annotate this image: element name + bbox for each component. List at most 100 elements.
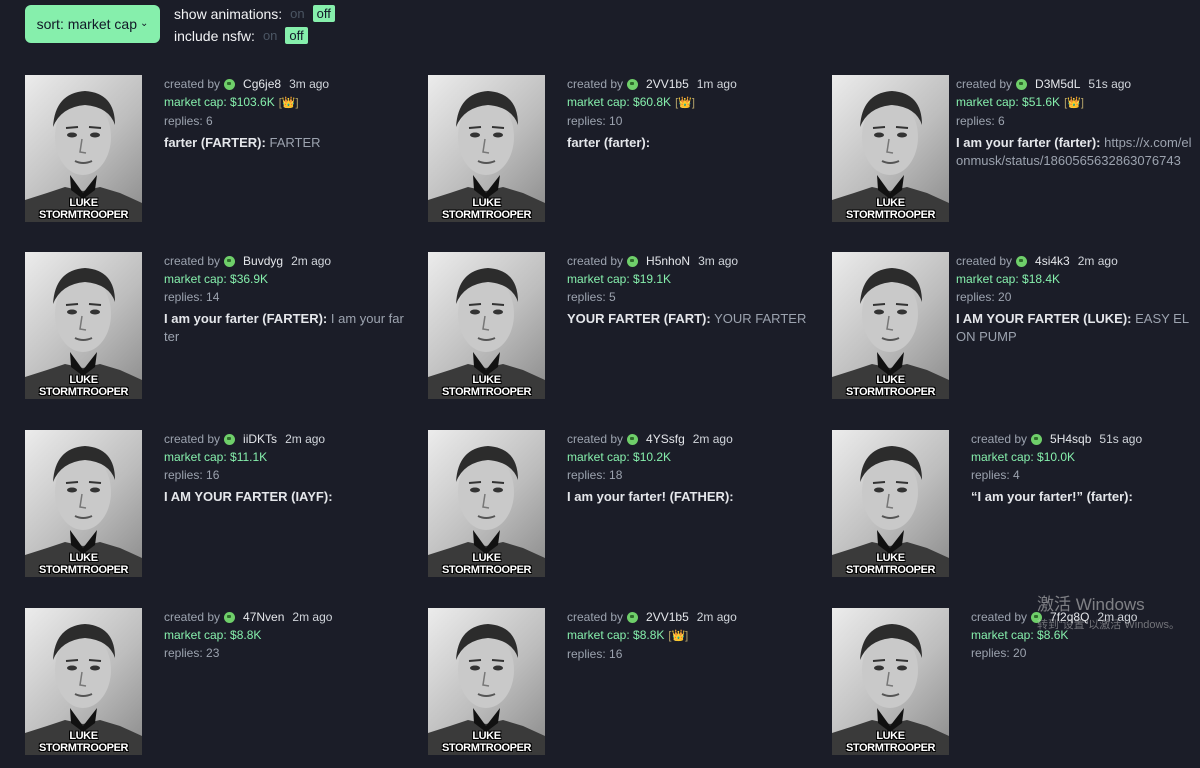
show-animations-toggle: show animations: on off <box>174 5 335 22</box>
token-image[interactable]: LUKE STORMTROOPER <box>832 75 949 222</box>
token-title: YOUR FARTER (FART): YOUR FARTER <box>567 310 807 328</box>
creator-username[interactable]: 47Nven <box>243 608 284 626</box>
creator-username[interactable]: iiDKTs <box>243 430 277 448</box>
token-title: farter (farter): <box>567 134 807 152</box>
token-card[interactable]: LUKE STORMTROOPER created by 47Nven 2m ago m… <box>25 608 405 768</box>
token-info: created by 2VV1b5 1m ago market cap: $60.8K… <box>567 75 807 152</box>
avatar[interactable] <box>1031 433 1043 445</box>
token-card[interactable]: LUKE STORMTROOPER created by 4si4k3 2m ago m… <box>832 252 1200 412</box>
market-cap: market cap: $18.4K <box>956 272 1061 286</box>
token-card[interactable]: LUKE STORMTROOPER created by D3M5dL 51s ago… <box>832 75 1200 235</box>
replies-count: replies: 6 <box>164 114 213 128</box>
created-by-label: created by <box>164 610 221 624</box>
token-card[interactable]: LUKE STORMTROOPER created by 2VV1b5 2m ago m… <box>428 608 808 768</box>
avatar[interactable] <box>1016 78 1028 90</box>
token-title: I am your farter (farter): https://x.com… <box>956 134 1196 170</box>
avatar[interactable] <box>627 433 639 445</box>
market-cap-line: market cap: $103.6K [👑] <box>164 93 404 112</box>
creator-username[interactable]: 2VV1b5 <box>646 608 689 626</box>
market-cap-line: market cap: $19.1K <box>567 270 807 288</box>
token-image[interactable]: LUKE STORMTROOPER <box>428 608 545 755</box>
created-time: 2m ago <box>291 254 332 268</box>
created-by-label: created by <box>567 77 624 91</box>
include-nsfw-off[interactable]: off <box>285 27 308 44</box>
created-by-label: created by <box>164 77 221 91</box>
creator-username[interactable]: Cg6je8 <box>243 75 281 93</box>
token-card[interactable]: LUKE STORMTROOPER created by 2VV1b5 1m ago m… <box>428 75 808 235</box>
creator-line: created by 5H4sqb 51s ago <box>971 430 1200 448</box>
token-name: I AM YOUR FARTER (IAYF): <box>164 489 333 504</box>
avatar[interactable] <box>224 611 236 623</box>
avatar[interactable] <box>627 78 639 90</box>
token-card[interactable]: LUKE STORMTROOPER created by H5nhoN 3m ago m… <box>428 252 808 412</box>
creator-line: created by Buvdyg 2m ago <box>164 252 404 270</box>
token-image[interactable]: LUKE STORMTROOPER <box>25 75 142 222</box>
image-caption: LUKE STORMTROOPER <box>38 197 129 221</box>
creator-username[interactable]: Buvdyg <box>243 252 283 270</box>
avatar[interactable] <box>1016 255 1028 267</box>
token-card[interactable]: LUKE STORMTROOPER created by Buvdyg 2m ago m… <box>25 252 405 412</box>
image-caption: LUKE STORMTROOPER <box>38 730 129 754</box>
token-image[interactable]: LUKE STORMTROOPER <box>428 252 545 399</box>
token-image[interactable]: LUKE STORMTROOPER <box>428 75 545 222</box>
market-cap-line: market cap: $18.4K <box>956 270 1196 288</box>
created-by-label: created by <box>567 610 624 624</box>
token-image[interactable]: LUKE STORMTROOPER <box>25 252 142 399</box>
created-by-label: created by <box>164 254 221 268</box>
windows-activation-watermark: 激活 Windows 转到“设置”以激活 Windows。 <box>1037 595 1180 635</box>
created-time: 2m ago <box>292 610 333 624</box>
image-caption: LUKE STORMTROOPER <box>441 197 532 221</box>
token-card[interactable]: LUKE STORMTROOPER created by 4YSsfg 2m ago m… <box>428 430 808 590</box>
crown-icon: [👑] <box>675 97 695 109</box>
show-animations-on[interactable]: on <box>290 6 304 21</box>
creator-username[interactable]: 5H4sqb <box>1050 430 1091 448</box>
token-image[interactable]: LUKE STORMTROOPER <box>25 430 142 577</box>
market-cap-line: market cap: $10.2K <box>567 448 807 466</box>
avatar[interactable] <box>224 78 236 90</box>
token-image[interactable]: LUKE STORMTROOPER <box>832 430 949 577</box>
created-time: 51s ago <box>1088 77 1132 91</box>
token-image[interactable]: LUKE STORMTROOPER <box>832 608 949 755</box>
market-cap: market cap: $60.8K <box>567 95 672 109</box>
token-card[interactable]: LUKE STORMTROOPER created by Cg6je8 3m ago m… <box>25 75 405 235</box>
creator-username[interactable]: 4si4k3 <box>1035 252 1070 270</box>
creator-line: created by 2VV1b5 2m ago <box>567 608 807 626</box>
creator-line: created by Cg6je8 3m ago <box>164 75 404 93</box>
show-animations-label: show animations: <box>174 5 283 22</box>
creator-line: created by 4YSsfg 2m ago <box>567 430 807 448</box>
market-cap: market cap: $8.8K <box>164 628 262 642</box>
created-by-label: created by <box>956 254 1013 268</box>
created-time: 2m ago <box>285 432 326 446</box>
image-caption: LUKE STORMTROOPER <box>845 374 936 398</box>
created-by-label: created by <box>567 254 624 268</box>
include-nsfw-on[interactable]: on <box>263 28 277 43</box>
token-description: YOUR FARTER <box>714 311 807 326</box>
creator-username[interactable]: D3M5dL <box>1035 75 1080 93</box>
token-name: “I am your farter!” (farter): <box>971 489 1133 504</box>
creator-username[interactable]: H5nhoN <box>646 252 690 270</box>
token-image[interactable]: LUKE STORMTROOPER <box>428 430 545 577</box>
image-caption: LUKE STORMTROOPER <box>38 374 129 398</box>
avatar[interactable] <box>627 611 639 623</box>
toolbar: sort: market cap ⌄ show animations: on o… <box>0 0 1200 60</box>
token-image[interactable]: LUKE STORMTROOPER <box>832 252 949 399</box>
avatar[interactable] <box>224 255 236 267</box>
token-info: created by iiDKTs 2m ago market cap: $11.1K… <box>164 430 404 506</box>
token-description: FARTER <box>269 135 321 150</box>
crown-icon: [👑] <box>278 97 299 109</box>
watermark-title: 激活 Windows <box>1036 595 1145 614</box>
creator-username[interactable]: 2VV1b5 <box>646 75 689 93</box>
token-title: I am your farter (FARTER): I am your far… <box>164 310 404 346</box>
created-by-label: created by <box>971 610 1028 624</box>
avatar[interactable] <box>224 433 236 445</box>
avatar[interactable] <box>627 255 639 267</box>
market-cap-line: market cap: $51.6K [👑] <box>956 93 1196 112</box>
token-card[interactable]: LUKE STORMTROOPER created by 5H4sqb 51s ago… <box>832 430 1200 590</box>
creator-username[interactable]: 4YSsfg <box>646 430 685 448</box>
token-name: I am your farter (FARTER): <box>164 311 328 326</box>
replies-count: replies: 20 <box>956 290 1012 304</box>
token-image[interactable]: LUKE STORMTROOPER <box>25 608 142 755</box>
sort-dropdown[interactable]: sort: market cap ⌄ <box>25 5 160 43</box>
show-animations-off[interactable]: off <box>312 5 335 22</box>
token-card[interactable]: LUKE STORMTROOPER created by iiDKTs 2m ago m… <box>25 430 405 590</box>
